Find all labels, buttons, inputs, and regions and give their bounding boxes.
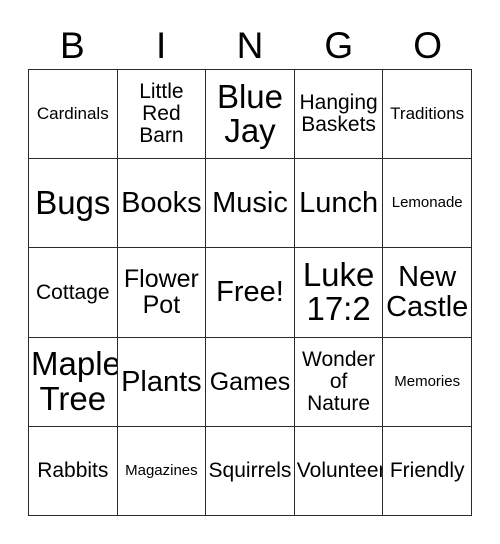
bingo-cell-label: Games (209, 367, 291, 396)
bingo-cell-label: Memories (394, 372, 461, 390)
bingo-cell-r2-c1[interactable]: Bugs (29, 159, 118, 249)
bingo-cell-r2-c5[interactable]: Lemonade (383, 159, 472, 249)
header-letter-i: I (156, 24, 167, 66)
bingo-cell-label: Traditions (390, 104, 465, 124)
bingo-cell-r2-c4[interactable]: Lunch (294, 159, 384, 249)
bingo-cell-label: Cardinals (36, 104, 109, 124)
bingo-cell-r3-c2[interactable]: Flower Pot (117, 248, 207, 338)
bingo-cell-r5-c1[interactable]: Rabbits (29, 426, 118, 516)
bingo-cell-label: Lunch (299, 187, 379, 220)
bingo-cell-r4-c5[interactable]: Memories (383, 337, 472, 427)
bingo-cell-label: Wonder of Nature (302, 347, 376, 415)
bingo-cell-r5-c5[interactable]: Friendly (383, 426, 472, 516)
header-letter-b: B (60, 24, 85, 66)
bingo-cell-label: Flower Pot (123, 265, 199, 320)
bingo-cell-label: Lemonade (391, 194, 463, 212)
bingo-cell-r1-c1[interactable]: Cardinals (29, 70, 118, 160)
bingo-cell-r1-c2[interactable]: Little Red Barn (117, 70, 207, 160)
bingo-cell-r3-c3[interactable]: Free! (206, 248, 295, 338)
header-letter-n: N (236, 24, 264, 66)
bingo-cell-label: Hanging Baskets (299, 91, 378, 137)
bingo-cell-label: Plants (121, 365, 202, 398)
bingo-cell-r5-c2[interactable]: Magazines (117, 426, 207, 516)
bingo-cell-label: New Castle (386, 261, 469, 324)
bingo-cell-label: Luke 17:2 (302, 256, 375, 328)
bingo-cell-r5-c3[interactable]: Squirrels (206, 426, 295, 516)
bingo-cell-r1-c3[interactable]: Blue Jay (206, 70, 295, 160)
bingo-cell-r4-c2[interactable]: Plants (117, 337, 207, 427)
bingo-cell-r4-c4[interactable]: Wonder of Nature (294, 337, 384, 427)
bingo-cell-label: Free! (216, 276, 284, 309)
bingo-cell-r4-c3[interactable]: Games (206, 337, 295, 427)
bingo-cell-r3-c4[interactable]: Luke 17:2 (294, 248, 384, 338)
header-letter-g: G (324, 24, 354, 66)
bingo-cell-label: Little Red Barn (139, 80, 184, 147)
bingo-cell-r2-c2[interactable]: Books (117, 159, 207, 249)
bingo-cell-r3-c1[interactable]: Cottage (29, 248, 118, 338)
bingo-cell-label: Volunteer (296, 458, 384, 482)
bingo-cell-label: Cottage (36, 280, 110, 304)
bingo-cell-r3-c5[interactable]: New Castle (383, 248, 472, 338)
bingo-cell-label: Blue Jay (216, 77, 284, 150)
bingo-cell-r4-c1[interactable]: Maple Tree (29, 337, 118, 427)
bingo-cell-label: Maple Tree (31, 345, 118, 417)
bingo-cell-label: Bugs (35, 184, 111, 222)
bingo-cell-label: Magazines (125, 462, 198, 480)
bingo-card: B I N G O Cardinals Little Red Barn Blue J… (0, 0, 500, 544)
bingo-cell-r1-c4[interactable]: Hanging Baskets (294, 70, 384, 160)
bingo-cell-label: Squirrels (208, 458, 292, 482)
bingo-header: B I N G O (28, 22, 472, 68)
bingo-cell-r1-c5[interactable]: Traditions (383, 70, 472, 160)
header-letter-o: O (413, 24, 442, 66)
bingo-cell-label: Rabbits (37, 458, 109, 482)
bingo-cell-label: Music (212, 187, 288, 220)
bingo-cell-label: Friendly (389, 458, 465, 482)
bingo-grid: Cardinals Little Red Barn Blue Jay Hanging … (28, 69, 472, 516)
bingo-cell-r5-c4[interactable]: Volunteer (294, 426, 384, 516)
bingo-cell-label: Books (121, 187, 202, 220)
bingo-cell-r2-c3[interactable]: Music (206, 159, 295, 249)
